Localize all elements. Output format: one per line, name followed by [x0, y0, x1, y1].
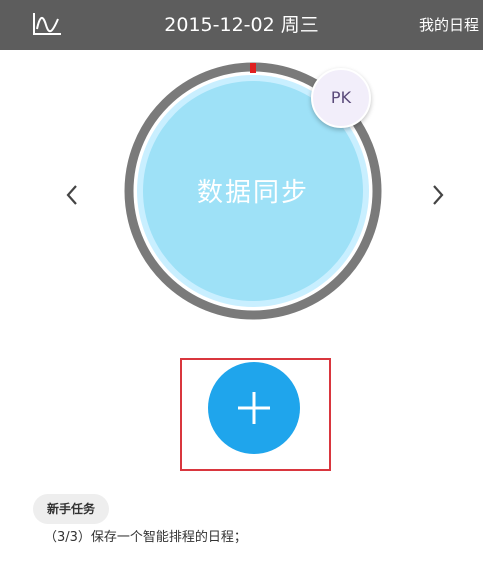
- top-bar: 2015-12-02 周三 我的日程: [0, 0, 483, 50]
- task-description: （3/3）保存一个智能排程的日程；: [44, 530, 247, 545]
- novice-task-badge: 新手任务: [33, 494, 110, 524]
- chevron-right-icon: [433, 185, 444, 205]
- chevron-left-icon: [66, 185, 77, 205]
- add-schedule-button[interactable]: [208, 362, 300, 454]
- current-date[interactable]: 2015-12-02 周三: [0, 0, 483, 50]
- my-schedule-link[interactable]: 我的日程: [419, 0, 479, 50]
- prev-day-button[interactable]: [60, 180, 84, 210]
- next-day-button[interactable]: [426, 180, 450, 210]
- sync-label[interactable]: 数据同步: [124, 172, 382, 209]
- plus-icon: [238, 392, 270, 424]
- avatar[interactable]: PK: [311, 68, 371, 128]
